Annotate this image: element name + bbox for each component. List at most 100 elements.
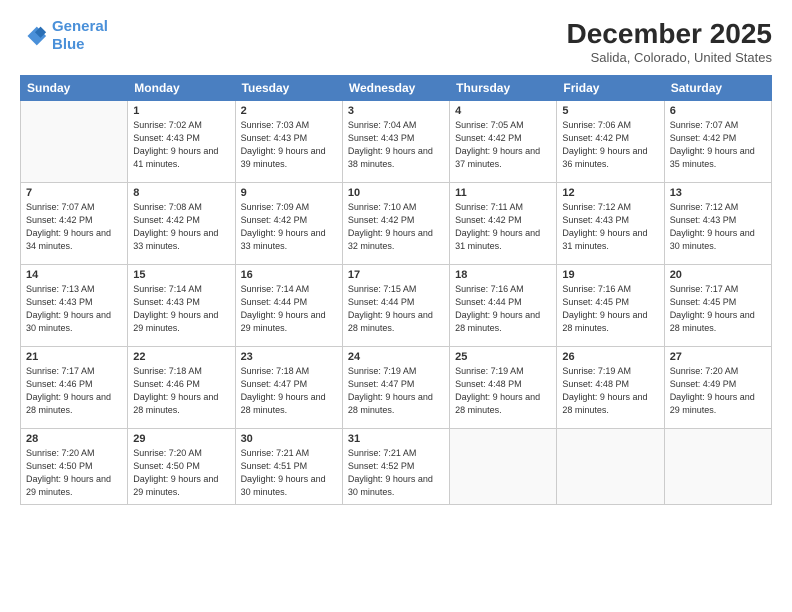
table-row: 2 Sunrise: 7:03 AM Sunset: 4:43 PM Dayli… [235,101,342,183]
table-row: 15 Sunrise: 7:14 AM Sunset: 4:43 PM Dayl… [128,265,235,347]
table-row: 27 Sunrise: 7:20 AM Sunset: 4:49 PM Dayl… [664,347,771,429]
day-info: Sunrise: 7:11 AM Sunset: 4:42 PM Dayligh… [455,201,551,253]
day-number: 30 [241,433,337,445]
calendar: Sunday Monday Tuesday Wednesday Thursday… [20,75,772,505]
table-row: 24 Sunrise: 7:19 AM Sunset: 4:47 PM Dayl… [342,347,449,429]
day-number: 7 [26,187,122,199]
day-info: Sunrise: 7:07 AM Sunset: 4:42 PM Dayligh… [26,201,122,253]
day-info: Sunrise: 7:20 AM Sunset: 4:50 PM Dayligh… [133,447,229,499]
table-row: 25 Sunrise: 7:19 AM Sunset: 4:48 PM Dayl… [450,347,557,429]
day-number: 19 [562,269,658,281]
day-number: 4 [455,105,551,117]
table-row: 19 Sunrise: 7:16 AM Sunset: 4:45 PM Dayl… [557,265,664,347]
table-row: 3 Sunrise: 7:04 AM Sunset: 4:43 PM Dayli… [342,101,449,183]
day-number: 24 [348,351,444,363]
logo-text: General Blue [52,18,108,54]
day-info: Sunrise: 7:03 AM Sunset: 4:43 PM Dayligh… [241,119,337,171]
col-thursday: Thursday [450,76,557,101]
day-number: 3 [348,105,444,117]
day-info: Sunrise: 7:08 AM Sunset: 4:42 PM Dayligh… [133,201,229,253]
table-row: 14 Sunrise: 7:13 AM Sunset: 4:43 PM Dayl… [21,265,128,347]
day-info: Sunrise: 7:10 AM Sunset: 4:42 PM Dayligh… [348,201,444,253]
table-row: 11 Sunrise: 7:11 AM Sunset: 4:42 PM Dayl… [450,183,557,265]
col-friday: Friday [557,76,664,101]
table-row: 18 Sunrise: 7:16 AM Sunset: 4:44 PM Dayl… [450,265,557,347]
table-row: 22 Sunrise: 7:18 AM Sunset: 4:46 PM Dayl… [128,347,235,429]
page: General Blue December 2025 Salida, Color… [0,0,792,612]
title-block: December 2025 Salida, Colorado, United S… [567,18,772,65]
table-row [21,101,128,183]
table-row: 6 Sunrise: 7:07 AM Sunset: 4:42 PM Dayli… [664,101,771,183]
table-row: 5 Sunrise: 7:06 AM Sunset: 4:42 PM Dayli… [557,101,664,183]
table-row: 20 Sunrise: 7:17 AM Sunset: 4:45 PM Dayl… [664,265,771,347]
col-monday: Monday [128,76,235,101]
day-info: Sunrise: 7:19 AM Sunset: 4:48 PM Dayligh… [455,365,551,417]
table-row [450,429,557,505]
day-number: 6 [670,105,766,117]
table-row: 10 Sunrise: 7:10 AM Sunset: 4:42 PM Dayl… [342,183,449,265]
logo-icon [20,22,48,50]
day-info: Sunrise: 7:18 AM Sunset: 4:46 PM Dayligh… [133,365,229,417]
day-info: Sunrise: 7:17 AM Sunset: 4:45 PM Dayligh… [670,283,766,335]
table-row: 9 Sunrise: 7:09 AM Sunset: 4:42 PM Dayli… [235,183,342,265]
header: General Blue December 2025 Salida, Color… [20,18,772,65]
day-number: 28 [26,433,122,445]
day-number: 8 [133,187,229,199]
day-info: Sunrise: 7:13 AM Sunset: 4:43 PM Dayligh… [26,283,122,335]
day-info: Sunrise: 7:16 AM Sunset: 4:45 PM Dayligh… [562,283,658,335]
table-row: 13 Sunrise: 7:12 AM Sunset: 4:43 PM Dayl… [664,183,771,265]
day-number: 17 [348,269,444,281]
col-sunday: Sunday [21,76,128,101]
day-number: 1 [133,105,229,117]
day-number: 13 [670,187,766,199]
table-row: 7 Sunrise: 7:07 AM Sunset: 4:42 PM Dayli… [21,183,128,265]
day-number: 23 [241,351,337,363]
day-number: 12 [562,187,658,199]
day-info: Sunrise: 7:06 AM Sunset: 4:42 PM Dayligh… [562,119,658,171]
logo-line1: General [52,18,108,35]
day-info: Sunrise: 7:07 AM Sunset: 4:42 PM Dayligh… [670,119,766,171]
day-number: 31 [348,433,444,445]
day-info: Sunrise: 7:02 AM Sunset: 4:43 PM Dayligh… [133,119,229,171]
day-number: 2 [241,105,337,117]
table-row: 26 Sunrise: 7:19 AM Sunset: 4:48 PM Dayl… [557,347,664,429]
day-info: Sunrise: 7:20 AM Sunset: 4:49 PM Dayligh… [670,365,766,417]
logo: General Blue [20,18,108,54]
day-info: Sunrise: 7:21 AM Sunset: 4:51 PM Dayligh… [241,447,337,499]
day-number: 25 [455,351,551,363]
table-row [557,429,664,505]
day-info: Sunrise: 7:18 AM Sunset: 4:47 PM Dayligh… [241,365,337,417]
logo-line2: Blue [52,36,85,53]
day-number: 20 [670,269,766,281]
day-info: Sunrise: 7:04 AM Sunset: 4:43 PM Dayligh… [348,119,444,171]
day-number: 9 [241,187,337,199]
day-info: Sunrise: 7:15 AM Sunset: 4:44 PM Dayligh… [348,283,444,335]
day-number: 11 [455,187,551,199]
day-info: Sunrise: 7:17 AM Sunset: 4:46 PM Dayligh… [26,365,122,417]
table-row: 12 Sunrise: 7:12 AM Sunset: 4:43 PM Dayl… [557,183,664,265]
day-info: Sunrise: 7:09 AM Sunset: 4:42 PM Dayligh… [241,201,337,253]
table-row: 28 Sunrise: 7:20 AM Sunset: 4:50 PM Dayl… [21,429,128,505]
table-row: 31 Sunrise: 7:21 AM Sunset: 4:52 PM Dayl… [342,429,449,505]
col-saturday: Saturday [664,76,771,101]
day-number: 27 [670,351,766,363]
table-row: 30 Sunrise: 7:21 AM Sunset: 4:51 PM Dayl… [235,429,342,505]
col-tuesday: Tuesday [235,76,342,101]
day-number: 10 [348,187,444,199]
day-number: 26 [562,351,658,363]
table-row [664,429,771,505]
table-row: 16 Sunrise: 7:14 AM Sunset: 4:44 PM Dayl… [235,265,342,347]
table-row: 23 Sunrise: 7:18 AM Sunset: 4:47 PM Dayl… [235,347,342,429]
day-info: Sunrise: 7:12 AM Sunset: 4:43 PM Dayligh… [562,201,658,253]
day-number: 15 [133,269,229,281]
table-row: 21 Sunrise: 7:17 AM Sunset: 4:46 PM Dayl… [21,347,128,429]
calendar-header-row: Sunday Monday Tuesday Wednesday Thursday… [21,76,772,101]
day-number: 29 [133,433,229,445]
day-info: Sunrise: 7:16 AM Sunset: 4:44 PM Dayligh… [455,283,551,335]
month-title: December 2025 [567,18,772,50]
day-info: Sunrise: 7:05 AM Sunset: 4:42 PM Dayligh… [455,119,551,171]
day-number: 5 [562,105,658,117]
day-number: 18 [455,269,551,281]
col-wednesday: Wednesday [342,76,449,101]
table-row: 8 Sunrise: 7:08 AM Sunset: 4:42 PM Dayli… [128,183,235,265]
